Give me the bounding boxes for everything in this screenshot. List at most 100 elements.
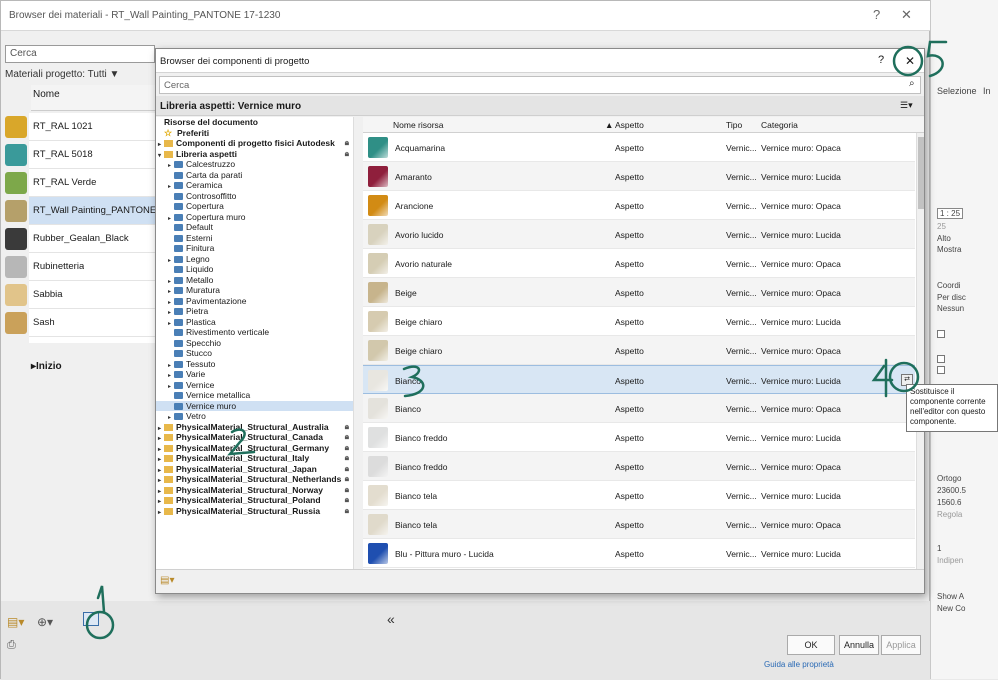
checkbox[interactable] bbox=[937, 366, 945, 374]
help-icon[interactable]: ? bbox=[878, 54, 884, 66]
asset-row[interactable]: Bianco tela Aspetto Vernic... Vernice muro:… bbox=[363, 510, 915, 539]
tree-node[interactable]: Vernice metallica bbox=[156, 390, 361, 401]
cancel-button[interactable]: Annulla bbox=[839, 635, 879, 655]
asset-row[interactable]: Amaranto Aspetto Vernic... Vernice muro: Lu… bbox=[363, 162, 915, 191]
help-icon[interactable]: ? bbox=[873, 7, 880, 22]
folder-icon bbox=[164, 455, 173, 463]
tree-node[interactable]: ▸ Varie bbox=[156, 369, 361, 380]
asset-row[interactable]: Bianco freddo Aspetto Vernic... Vernice mur… bbox=[363, 423, 915, 452]
tree-node[interactable]: ▸ PhysicalMaterial_Structural_Poland 🔒︎ bbox=[156, 495, 361, 506]
cell-name: Blu - Pittura muro - Lucida bbox=[395, 549, 494, 559]
tree-node[interactable]: Risorse del documento bbox=[156, 117, 361, 128]
tree-node[interactable]: ▸ Plastica bbox=[156, 317, 361, 328]
add-library-icon[interactable]: ▤▾ bbox=[7, 615, 24, 629]
material-item[interactable]: RT_RAL 1021 bbox=[5, 113, 157, 141]
tree-node[interactable]: Rivestimento verticale bbox=[156, 327, 361, 338]
tree-node[interactable]: ▸ Ceramica bbox=[156, 180, 361, 191]
tree-node[interactable]: Vernice muro bbox=[156, 400, 361, 411]
tree-node[interactable]: ▸ PhysicalMaterial_Structural_Australia 🔒︎ bbox=[156, 422, 361, 433]
tree-node[interactable]: ▸ Vernice bbox=[156, 380, 361, 391]
folder-icon bbox=[174, 213, 183, 221]
adjust-label: Regola bbox=[937, 510, 963, 519]
tree-node[interactable]: ▸ PhysicalMaterial_Structural_Japan 🔒︎ bbox=[156, 464, 361, 475]
material-item[interactable]: Rubinetteria bbox=[5, 253, 157, 281]
grid-scrollbar[interactable] bbox=[916, 133, 924, 569]
view-options-icon[interactable]: ☰▾ bbox=[900, 100, 913, 111]
open-asset-browser-icon[interactable] bbox=[83, 612, 99, 626]
inizio-node[interactable]: ▸Inizio bbox=[31, 361, 62, 372]
tree-node[interactable]: ▸ PhysicalMaterial_Structural_Russia 🔒︎ bbox=[156, 506, 361, 517]
col-category[interactable]: Categoria bbox=[761, 120, 798, 130]
tree-node[interactable]: ▸ PhysicalMaterial_Structural_Canada 🔒︎ bbox=[156, 432, 361, 443]
material-item[interactable]: Sabbia bbox=[5, 281, 157, 309]
tree-node[interactable]: ▸ PhysicalMaterial_Structural_Norway 🔒︎ bbox=[156, 485, 361, 496]
asset-row[interactable]: Beige chiaro Aspetto Vernic... Vernice muro… bbox=[363, 336, 915, 365]
tree-node[interactable]: ▸ Calcestruzzo bbox=[156, 159, 361, 170]
material-item[interactable]: RT_Wall Painting_PANTONE bbox=[5, 197, 157, 225]
tree-node[interactable]: Finitura bbox=[156, 243, 361, 254]
close-icon[interactable]: ✕ bbox=[901, 7, 912, 23]
create-material-icon[interactable]: ⊕▾ bbox=[37, 615, 53, 629]
checkbox[interactable] bbox=[937, 355, 945, 363]
tree-node-label: Preferiti bbox=[177, 127, 210, 138]
tree-node[interactable]: ▸ Legno bbox=[156, 254, 361, 265]
tree-node[interactable]: ▸ PhysicalMaterial_Structural_Netherlands… bbox=[156, 474, 361, 485]
tree-node[interactable]: ▸ Muratura bbox=[156, 285, 361, 296]
asset-row[interactable]: Arancione Aspetto Vernic... Vernice muro: O… bbox=[363, 191, 915, 220]
tree-node[interactable]: Stucco bbox=[156, 348, 361, 359]
tree-node[interactable]: ☆ Preferiti bbox=[156, 128, 361, 139]
tree-node[interactable]: Specchio bbox=[156, 338, 361, 349]
asset-row[interactable]: Bianco Aspetto Vernic... Vernice muro: Luci… bbox=[363, 365, 915, 394]
asset-row[interactable]: Bianco Aspetto Vernic... Vernice muro: Opac… bbox=[363, 394, 915, 423]
search-icon[interactable]: ⌕ bbox=[909, 78, 915, 89]
apply-button[interactable]: Applica bbox=[881, 635, 921, 655]
tree-node[interactable]: ▾ Libreria aspetti 🔒︎ bbox=[156, 149, 361, 160]
project-materials-filter[interactable]: Materiali progetto: Tutti ▼ bbox=[5, 69, 119, 80]
tree-node[interactable]: ▸ Componenti di progetto fisici Autodesk 🔒… bbox=[156, 138, 361, 149]
tree-node[interactable]: ▸ PhysicalMaterial_Structural_Italy 🔒︎ bbox=[156, 453, 361, 464]
filter-icon[interactable]: ▼ bbox=[110, 69, 120, 80]
asset-row[interactable]: Avorio lucido Aspetto Vernic... Vernice mur… bbox=[363, 220, 915, 249]
col-type[interactable]: Tipo bbox=[726, 120, 742, 130]
material-item[interactable]: RT_RAL 5018 bbox=[5, 141, 157, 169]
asset-row[interactable]: Bianco tela Aspetto Vernic... Vernice muro:… bbox=[363, 481, 915, 510]
material-editor-icon[interactable]: ⎙ bbox=[7, 639, 16, 652]
tree-node[interactable]: Carta da parati bbox=[156, 170, 361, 181]
properties-panel: Selezione In 1 : 25 25 Alto Mostra Coord… bbox=[930, 0, 998, 679]
collapse-panel-button[interactable]: « bbox=[387, 611, 395, 627]
asset-row[interactable]: Blu - Pittura muro - Lucida Aspetto Vernic… bbox=[363, 539, 915, 568]
tree-node[interactable]: ▸ Pavimentazione bbox=[156, 296, 361, 307]
asset-row[interactable]: Beige chiaro Aspetto Vernic... Vernice muro… bbox=[363, 307, 915, 336]
tree-node[interactable]: ▸ PhysicalMaterial_Structural_Germany 🔒︎ bbox=[156, 443, 361, 454]
tree-node[interactable]: Controsoffitto bbox=[156, 191, 361, 202]
tree-node[interactable]: Copertura bbox=[156, 201, 361, 212]
tree-node[interactable]: Esterni bbox=[156, 233, 361, 244]
tree-node[interactable]: ▸ Pietra bbox=[156, 306, 361, 317]
tree-node[interactable]: ▸ Tessuto bbox=[156, 359, 361, 370]
col-aspect[interactable]: Aspetto bbox=[615, 120, 644, 130]
tree-node[interactable]: Liquido bbox=[156, 264, 361, 275]
material-item[interactable]: RT_RAL Verde bbox=[5, 169, 157, 197]
asset-row[interactable]: Beige Aspetto Vernic... Vernice muro: Opaca bbox=[363, 278, 915, 307]
asset-row[interactable]: Acquamarina Aspetto Vernic... Vernice muro:… bbox=[363, 133, 915, 162]
tree-node[interactable]: ▸ Copertura muro bbox=[156, 212, 361, 223]
asset-row[interactable]: Avorio naturale Aspetto Vernic... Vernice m… bbox=[363, 249, 915, 278]
material-search-input[interactable]: Cerca bbox=[5, 45, 155, 63]
close-icon[interactable]: ✕ bbox=[905, 54, 915, 68]
tree-node[interactable]: ▸ Metallo bbox=[156, 275, 361, 286]
properties-help-link[interactable]: Guida alle proprietà bbox=[764, 660, 834, 669]
dialog-search-input[interactable]: Cerca bbox=[159, 76, 921, 94]
tree-node[interactable]: Default bbox=[156, 222, 361, 233]
scale-field[interactable]: 1 : 25 bbox=[937, 208, 964, 219]
tree-node[interactable]: ▸ Vetro bbox=[156, 411, 361, 422]
checkbox[interactable] bbox=[937, 330, 945, 338]
column-name-header[interactable]: Nome bbox=[31, 85, 157, 111]
ok-button[interactable]: OK bbox=[787, 635, 835, 655]
material-item[interactable]: Rubber_Gealan_Black bbox=[5, 225, 157, 253]
library-menu-icon[interactable]: ▤▾ bbox=[160, 575, 174, 586]
scrollbar-thumb[interactable] bbox=[918, 137, 924, 209]
material-item[interactable]: Sash bbox=[5, 309, 157, 337]
col-name[interactable]: Nome risorsa bbox=[393, 120, 444, 130]
tree-scrollbar[interactable] bbox=[353, 117, 362, 569]
asset-row[interactable]: Bianco freddo Aspetto Vernic... Vernice mur… bbox=[363, 452, 915, 481]
